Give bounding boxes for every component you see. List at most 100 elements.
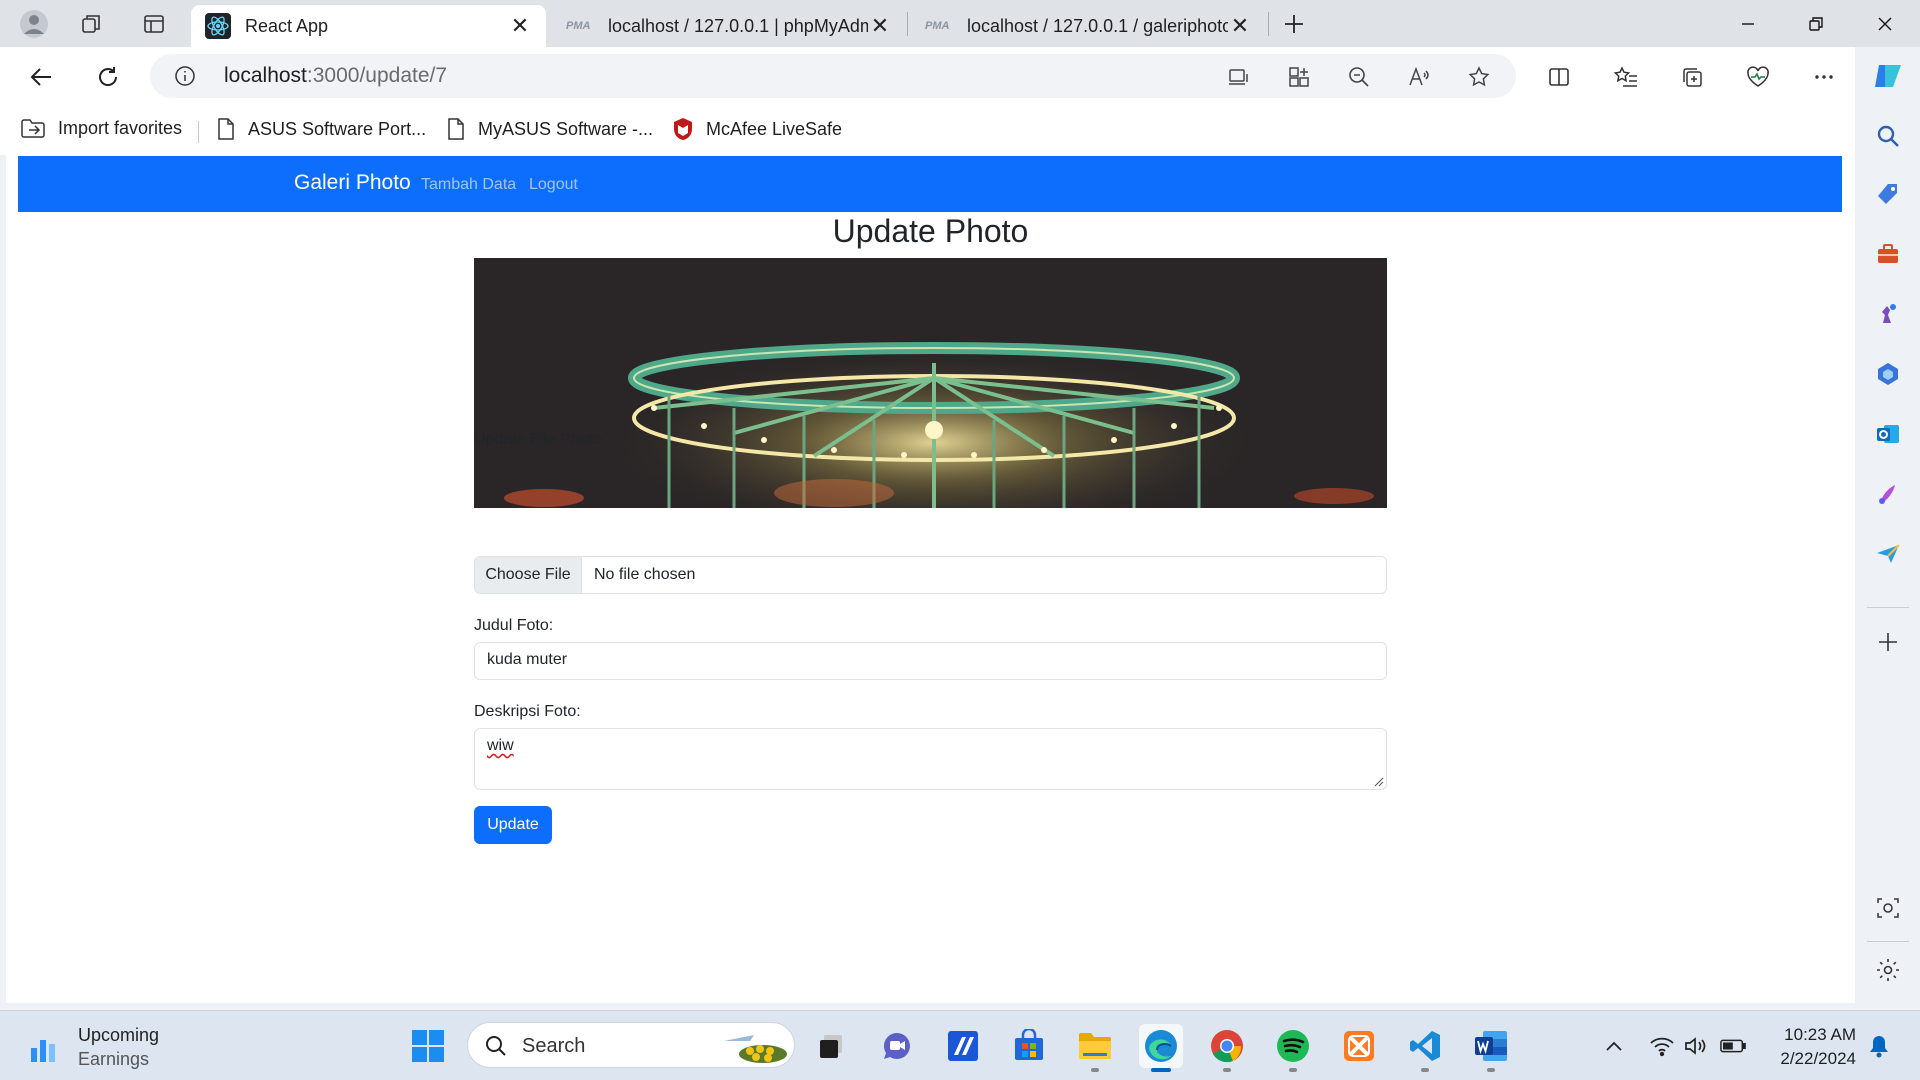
extensions-icon[interactable] <box>1284 62 1314 92</box>
vertical-tabs-icon <box>144 15 164 33</box>
photo-preview <box>474 258 1387 508</box>
show-hidden-icons[interactable] <box>1601 1033 1627 1059</box>
tab-phpmyadmin[interactable]: PMA localhost / 127.0.0.1 | phpMyAdmin ✕ <box>552 5 906 47</box>
teams-chat-button[interactable] <box>875 1024 919 1068</box>
split-screen-icon[interactable] <box>1539 57 1579 97</box>
address-bar[interactable]: localhost:3000/update/7 <box>150 54 1516 98</box>
update-button[interactable]: Update <box>474 806 552 844</box>
favorite-asus-software[interactable]: ASUS Software Port... <box>216 117 426 141</box>
volume-icon[interactable] <box>1682 1033 1708 1059</box>
page-icon <box>448 118 464 140</box>
active-indicator <box>1151 1068 1171 1072</box>
copilot-icon[interactable] <box>1869 57 1907 95</box>
url-text[interactable]: localhost:3000/update/7 <box>224 64 447 88</box>
phpmyadmin-icon: PMA <box>566 20 591 32</box>
favorite-myasus[interactable]: MyASUS Software -... <box>446 117 653 141</box>
xampp-button[interactable] <box>1337 1024 1381 1068</box>
restore-button[interactable] <box>1781 0 1851 47</box>
tools-icon[interactable] <box>1869 235 1907 273</box>
running-indicator <box>1289 1068 1297 1072</box>
profile-button[interactable] <box>14 6 54 42</box>
chrome-button[interactable] <box>1205 1024 1249 1072</box>
games-icon[interactable] <box>1869 295 1907 333</box>
favorites-list-icon[interactable] <box>1606 57 1646 97</box>
judul-input[interactable]: kuda muter <box>474 642 1387 680</box>
favorite-label: McAfee LiveSafe <box>706 118 843 139</box>
file-explorer-button[interactable] <box>1073 1024 1117 1072</box>
close-tab-icon[interactable]: ✕ <box>508 13 532 38</box>
add-sidebar-app-icon[interactable] <box>1869 623 1907 661</box>
spotify-button[interactable] <box>1271 1024 1315 1072</box>
tab-separator <box>1268 12 1269 36</box>
minimize-button[interactable] <box>1713 0 1783 47</box>
browser-essentials-icon[interactable] <box>1738 57 1778 97</box>
favorite-mcafee[interactable]: McAfee LiveSafe <box>672 117 842 141</box>
sidebar-settings-icon[interactable] <box>1869 951 1907 989</box>
deskripsi-textarea[interactable]: wiw <box>474 728 1387 790</box>
sidebar-separator <box>1867 941 1909 942</box>
edge-button[interactable] <box>1139 1024 1183 1072</box>
microsoft-store-button[interactable] <box>1007 1024 1051 1068</box>
start-button[interactable] <box>406 1024 450 1068</box>
tab-title: localhost / 127.0.0.1 / galeriphoto <box>967 15 1228 36</box>
file-input[interactable]: Choose File No file chosen <box>474 556 1387 594</box>
system-clock[interactable]: 10:23 AM 2/22/2024 <box>1780 1023 1856 1071</box>
carousel-photo <box>474 258 1387 508</box>
tab-actions-button[interactable] <box>134 6 174 42</box>
tab-title: localhost / 127.0.0.1 | phpMyAdmin <box>608 15 868 36</box>
favorite-label: ASUS Software Port... <box>248 118 427 139</box>
favorite-star-icon[interactable] <box>1464 62 1494 92</box>
myasus-button[interactable] <box>941 1024 985 1068</box>
refresh-button[interactable] <box>88 57 128 97</box>
battery-icon[interactable] <box>1720 1033 1746 1059</box>
shopping-tag-icon[interactable] <box>1869 175 1907 213</box>
read-aloud-icon[interactable] <box>1404 62 1434 92</box>
tab-react-app[interactable]: React App ✕ <box>191 5 546 47</box>
file-label: Update File Photo <box>474 431 603 448</box>
outlook-icon[interactable] <box>1869 415 1907 453</box>
word-button[interactable] <box>1469 1024 1513 1072</box>
sidebar-separator <box>1867 607 1909 608</box>
choose-file-button[interactable]: Choose File <box>475 557 582 593</box>
zoom-out-icon[interactable] <box>1344 62 1374 92</box>
collections-icon[interactable] <box>1672 57 1712 97</box>
close-window-button[interactable] <box>1850 0 1920 47</box>
nav-link-tambah-data[interactable]: Tambah Data <box>421 176 516 194</box>
chrome-icon <box>1211 1030 1243 1063</box>
app-available-icon[interactable] <box>1224 62 1254 92</box>
workspaces-icon <box>82 15 100 33</box>
notifications-icon[interactable] <box>1866 1033 1892 1059</box>
microsoft365-icon[interactable] <box>1869 355 1907 393</box>
task-view-button[interactable] <box>809 1024 853 1068</box>
wifi-icon[interactable] <box>1649 1033 1675 1059</box>
tab-galeriphoto[interactable]: PMA localhost / 127.0.0.1 / galeriphoto … <box>911 5 1266 47</box>
page-viewport: Galeri Photo Tambah Data Logout Update P… <box>6 155 1855 1003</box>
back-button[interactable] <box>22 57 62 97</box>
send-icon[interactable] <box>1869 535 1907 573</box>
edge-sidebar <box>1855 47 1920 1010</box>
back-arrow-icon <box>30 68 51 86</box>
deskripsi-label: Deskripsi Foto: <box>474 703 581 720</box>
favorite-import[interactable]: Import favorites <box>20 117 182 139</box>
new-tab-button[interactable] <box>1274 6 1314 42</box>
taskbar-search[interactable]: Search <box>467 1022 795 1068</box>
navbar-brand[interactable]: Galeri Photo <box>294 171 411 195</box>
tab-separator <box>907 12 908 36</box>
running-indicator <box>1223 1068 1231 1072</box>
screenshot-icon[interactable] <box>1869 889 1907 927</box>
workspaces-button[interactable] <box>72 6 112 42</box>
search-highlight-icon <box>724 1035 787 1063</box>
search-icon[interactable] <box>1869 117 1907 155</box>
running-indicator <box>1487 1068 1495 1072</box>
close-tab-icon[interactable]: ✕ <box>1228 13 1252 38</box>
widget-earnings[interactable]: Upcoming Earnings <box>28 1023 159 1071</box>
close-tab-icon[interactable]: ✕ <box>868 13 892 38</box>
app-navbar: Galeri Photo Tambah Data Logout <box>18 156 1842 212</box>
store-icon <box>1015 1029 1043 1060</box>
nav-link-logout[interactable]: Logout <box>529 176 578 194</box>
designer-icon[interactable] <box>1869 475 1907 513</box>
more-options-icon[interactable] <box>1804 57 1844 97</box>
widget-subtitle: Earnings <box>78 1049 150 1069</box>
vscode-button[interactable] <box>1403 1024 1447 1072</box>
plus-icon <box>1285 15 1303 33</box>
